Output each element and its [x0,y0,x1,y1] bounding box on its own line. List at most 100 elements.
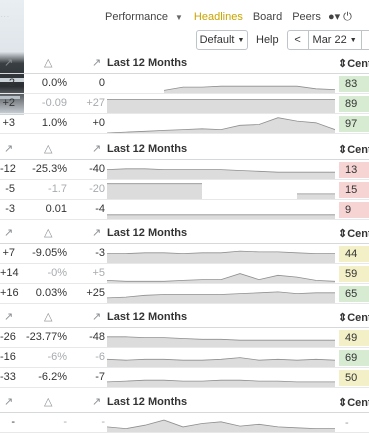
triangle-icon[interactable]: △ [44,226,52,239]
trend-chart-icon[interactable]: ↗ [92,310,101,323]
metric-row[interactable]: +2 -0.09 +27 89 [0,94,369,114]
top-navigation: Performance ▼ Headlines Board Peers ●▾ ⏻ [100,8,354,26]
sort-icon: ⇕ [338,312,348,324]
panel-title: Last 12 Months [107,143,188,155]
nav-peers[interactable]: Peers [287,11,326,23]
metric-row[interactable]: -2 0.0% 0 83 [0,74,369,94]
panel-header: ↗ △ ↗ Last 12 Months ⇕Centil [0,138,369,160]
percent-change-value: -0.09 [41,97,67,109]
percent-change-value: -9.05% [32,247,67,259]
change-value: +3 [2,117,15,129]
metric-row[interactable]: +16 0.03% +25 65 [0,284,369,304]
centile-label: Centil [347,312,369,324]
chevron-down-icon[interactable]: ▼ [173,13,189,22]
metric-row[interactable]: -26 -23.77% -48 49 [0,328,369,348]
metric-panel: ↗ △ ↗ Last 12 Months ⇕Centil -12 -25.3% -40 13 -5… [0,138,369,220]
centile-column-header[interactable]: ⇕Centil [338,57,369,70]
change-value: +2 [2,97,15,109]
user-menu-icon[interactable]: ●▾ ⏻ [326,10,354,24]
change-value: - [11,416,15,428]
metric-panel: ↗△↗Last 12 Months⇕Centil-26-23.77%-4849-… [0,306,369,388]
centile-label: Centil [347,144,369,156]
change-value: -12 [0,163,16,175]
metric-row[interactable]: +14 -0% +5 59 [0,264,369,284]
panel-title: Last 12 Months [107,227,188,239]
metric-row[interactable]: +3 1.0% +0 97 [0,114,369,134]
sparkline [107,328,335,347]
centile-badge: - [345,417,349,429]
next-month-button[interactable]: > [361,30,369,50]
metric-row[interactable]: -3 0.01 -4 9 [0,200,369,220]
sort-icon: ⇕ [338,144,348,156]
centile-label: Centil [347,397,369,409]
triangle-icon[interactable]: △ [44,142,52,155]
trend-value: -4 [95,203,105,215]
panel-header: ↗ △ ↗ Last 12 Months ⇕Centil [0,222,369,244]
trend-chart-icon[interactable]: ↗ [4,226,13,239]
centile-column-header[interactable]: ⇕Centil [338,311,369,324]
sparkline-area [297,193,335,199]
help-link[interactable]: Help [256,34,279,46]
metric-row[interactable]: -5 -1.7 -20 15 [0,180,369,200]
default-view-dropdown[interactable]: Default ▼ [196,30,248,50]
sort-icon: ⇕ [338,228,348,240]
centile-badge: 9 [339,202,369,218]
metric-row[interactable]: ---- [0,413,369,433]
trend-chart-icon[interactable]: ↗ [92,56,101,69]
trend-value: -40 [89,163,105,175]
nav-performance[interactable]: Performance [100,11,173,23]
trend-value: -3 [95,247,105,259]
centile-badge: 13 [339,162,369,178]
trend-chart-icon[interactable]: ↗ [4,142,13,155]
centile-label: Centil [347,58,369,70]
panel-header: ↗ △ ↗ Last 12 Months ⇕Centil [0,306,369,328]
percent-change-value: -6% [47,351,67,363]
trend-chart-icon[interactable]: ↗ [4,395,13,408]
trend-chart-icon[interactable]: ↗ [92,142,101,155]
nav-board[interactable]: Board [248,11,287,23]
nav-headlines[interactable]: Headlines [189,11,248,23]
metric-row[interactable]: -33 -6.2% -7 50 [0,368,369,388]
metric-panel: ↗ △ ↗ Last 12 Months ⇕Centil +7 -9.05% -3 44 +14 -… [0,222,369,304]
centile-badge: 89 [339,96,369,112]
change-value: -26 [0,331,16,343]
trend-chart-icon[interactable]: ↗ [4,56,13,69]
percent-change-value: - [63,416,67,428]
centile-badge: 59 [339,266,369,282]
sort-icon: ⇕ [338,58,348,70]
metric-panel: ↗ △ ↗ Last 12 Months ⇕Centil - - - - [0,391,369,433]
metric-row[interactable]: +7 -9.05% -3 44 [0,244,369,264]
month-label: Mar 22 [312,34,347,46]
change-value: +7 [2,247,15,259]
triangle-icon[interactable]: △ [44,310,52,323]
sparkline [107,200,335,219]
trend-chart-icon[interactable]: ↗ [4,310,13,323]
centile-column-header[interactable]: ⇕Centil [338,143,369,156]
metric-row[interactable]: -16 -6% -6 69 [0,348,369,368]
previous-month-button[interactable]: < [286,30,309,50]
panel-title: Last 12 Months [107,396,188,408]
triangle-icon[interactable]: △ [44,395,52,408]
sparkline-area [107,99,335,113]
triangle-icon[interactable]: △ [44,56,52,69]
trend-value: 0 [98,77,105,89]
change-value: -3 [5,203,15,215]
chevron-down-icon: ▼ [349,36,357,44]
trend-chart-icon[interactable]: ↗ [92,395,101,408]
panel-title: Last 12 Months [107,57,188,69]
change-value: -16 [0,351,16,363]
month-dropdown[interactable]: Mar 22 ▼ [308,30,362,50]
percent-change-value: 1.0% [41,117,67,129]
sparkline [107,180,335,199]
metric-row[interactable]: -12 -25.3% -40 13 [0,160,369,180]
sparkline [107,114,335,133]
sparkline [107,413,335,432]
centile-column-header[interactable]: ⇕Centil [338,227,369,240]
centile-badge: 65 [339,286,369,302]
trend-chart-icon[interactable]: ↗ [92,226,101,239]
change-value: +16 [0,287,19,299]
change-value: -2 [5,77,15,89]
percent-change-value: 0.0% [41,77,67,89]
centile-column-header[interactable]: ⇕Centil [338,396,369,409]
sparkline [107,264,335,283]
